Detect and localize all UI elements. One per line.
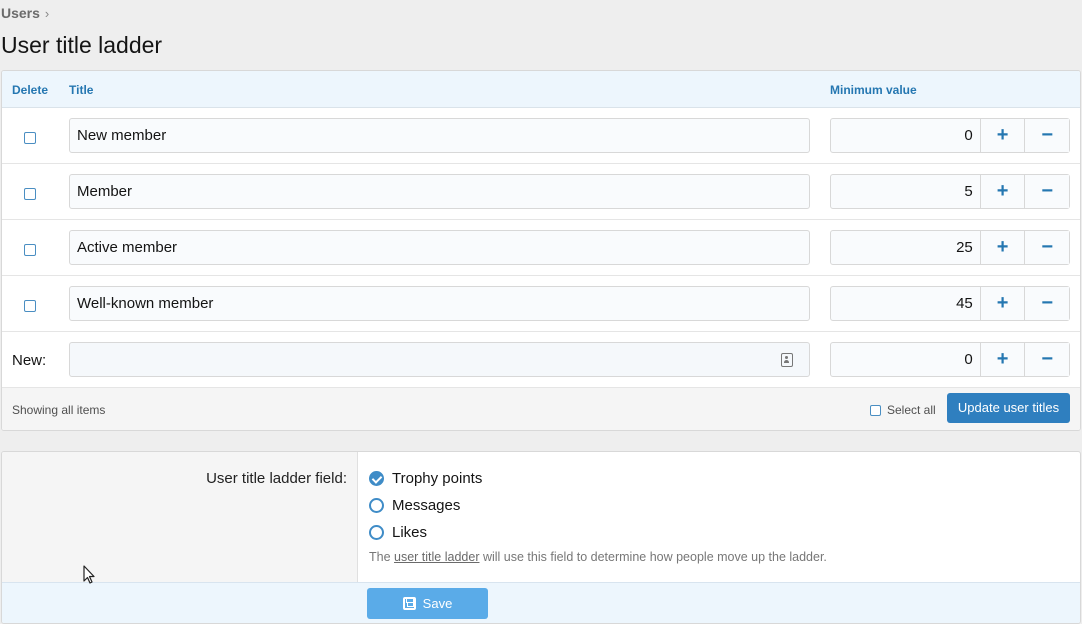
radio-label: Likes <box>392 524 428 541</box>
minimum-value-stepper: 0 + − <box>830 118 1070 153</box>
page-title: User title ladder <box>1 32 163 58</box>
new-row-label: New: <box>12 352 47 369</box>
mouse-pointer-icon <box>83 565 95 584</box>
new-minimum-value-input[interactable]: 0 <box>831 343 980 376</box>
increment-button[interactable]: + <box>979 287 1025 320</box>
title-input[interactable]: Member <box>69 174 810 209</box>
delete-checkbox[interactable] <box>24 132 36 144</box>
decrement-button[interactable]: − <box>1024 175 1070 208</box>
title-input[interactable]: Active member <box>69 230 810 265</box>
minimum-value-input[interactable]: 25 <box>831 231 980 264</box>
floppy-disk-icon <box>402 597 416 610</box>
increment-button[interactable]: + <box>979 175 1025 208</box>
column-header-minimum-value: Minimum value <box>830 83 917 97</box>
options-label-column: User title ladder field: <box>2 452 358 582</box>
increment-button[interactable]: + <box>979 231 1025 264</box>
minimum-value-stepper: 45 + − <box>830 286 1070 321</box>
minimum-value-stepper: 25 + − <box>830 230 1070 265</box>
column-header-delete: Delete <box>12 83 49 97</box>
increment-button[interactable]: + <box>979 343 1025 376</box>
select-all-checkbox[interactable]: Select all <box>870 403 936 417</box>
increment-button[interactable]: + <box>979 119 1025 152</box>
new-minimum-value-stepper: 0 + − <box>830 342 1070 377</box>
column-header-title: Title <box>69 83 94 97</box>
table-row: Well-known member 45 + − <box>2 276 1080 332</box>
title-input[interactable]: New member <box>69 118 810 153</box>
ladder-field-label: User title ladder field: <box>206 470 347 487</box>
hint-prefix: The <box>369 550 395 564</box>
new-title-input[interactable] <box>69 342 810 377</box>
radio-unchecked-icon[interactable] <box>369 525 384 540</box>
minimum-value-input[interactable]: 0 <box>831 119 980 152</box>
decrement-button[interactable]: − <box>1024 119 1070 152</box>
user-title-ladder-table: Delete Title Minimum value New member 0 … <box>1 70 1081 431</box>
save-button[interactable]: Save <box>367 588 488 619</box>
title-input[interactable]: Well-known member <box>69 286 810 321</box>
new-row: New: 0 + − <box>2 332 1080 388</box>
radio-likes[interactable]: Likes <box>369 524 427 541</box>
radio-label: Messages <box>392 497 461 514</box>
field-hint: The user title ladder will use this fiel… <box>369 550 827 564</box>
minimum-value-input[interactable]: 5 <box>831 175 980 208</box>
table-header: Delete Title Minimum value <box>2 71 1080 108</box>
table-row: Member 5 + − <box>2 164 1080 220</box>
radio-unchecked-icon[interactable] <box>369 498 384 513</box>
chevron-right-icon: › <box>44 5 50 21</box>
user-title-ladder-link[interactable]: user title ladder <box>394 550 479 564</box>
minimum-value-stepper: 5 + − <box>830 174 1070 209</box>
decrement-button[interactable]: − <box>1024 343 1070 376</box>
contact-card-icon <box>781 353 793 367</box>
save-label: Save <box>422 596 453 611</box>
decrement-button[interactable]: − <box>1024 231 1070 264</box>
delete-checkbox[interactable] <box>24 300 36 312</box>
checkbox-icon[interactable] <box>870 404 881 416</box>
radio-messages[interactable]: Messages <box>369 497 460 514</box>
table-row: New member 0 + − <box>2 108 1080 164</box>
ladder-field-options: User title ladder field: Trophy points M… <box>1 451 1081 624</box>
select-all-label: Select all <box>887 403 936 417</box>
hint-suffix: will use this field to determine how peo… <box>479 550 827 564</box>
delete-checkbox[interactable] <box>24 244 36 256</box>
decrement-button[interactable]: − <box>1024 287 1070 320</box>
radio-trophy-points[interactable]: Trophy points <box>369 470 482 487</box>
table-row: Active member 25 + − <box>2 220 1080 276</box>
table-footer: Showing all items Select all Update user… <box>2 388 1080 430</box>
breadcrumb-users-link[interactable]: Users <box>1 5 40 21</box>
delete-checkbox[interactable] <box>24 188 36 200</box>
radio-label: Trophy points <box>392 470 483 487</box>
minimum-value-input[interactable]: 45 <box>831 287 980 320</box>
breadcrumb: Users › <box>1 5 49 21</box>
update-user-titles-button[interactable]: Update user titles <box>947 393 1070 423</box>
showing-items-text: Showing all items <box>12 403 106 417</box>
radio-checked-icon[interactable] <box>369 471 384 486</box>
form-submit-row: Save <box>2 582 1080 623</box>
